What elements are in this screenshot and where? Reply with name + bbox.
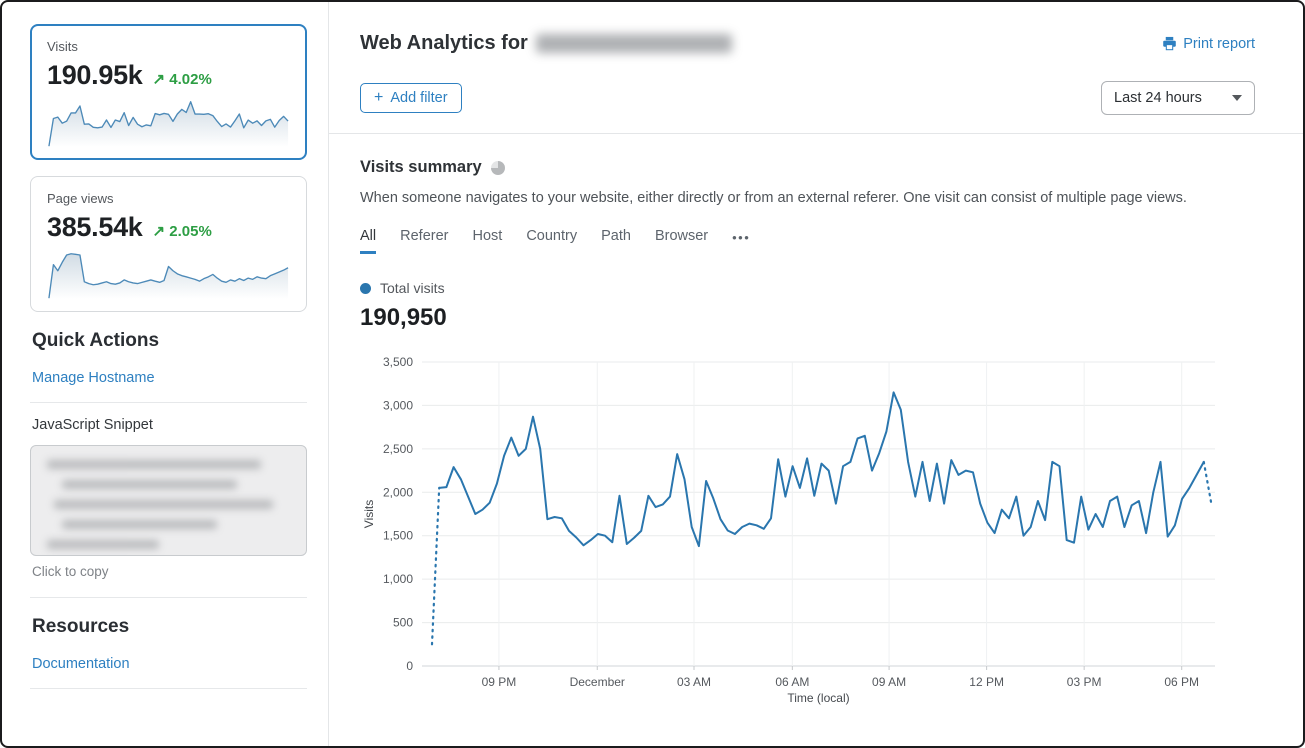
trend-up-icon: ↗ xyxy=(153,71,166,88)
tab-host[interactable]: Host xyxy=(472,228,502,254)
metric-value: 385.54k xyxy=(47,212,143,243)
svg-text:Visits: Visits xyxy=(362,500,376,528)
metric-label: Visits xyxy=(47,39,290,54)
redacted-code-line xyxy=(62,480,237,489)
plus-icon: + xyxy=(374,90,383,106)
svg-text:03 AM: 03 AM xyxy=(677,675,711,689)
redacted-code-line xyxy=(47,460,261,469)
metric-card-pageviews[interactable]: Page views 385.54k ↗ 2.05% xyxy=(30,176,307,312)
tab-referer[interactable]: Referer xyxy=(400,228,448,254)
summary-tabs: All Referer Host Country Path Browser ••… xyxy=(360,228,1255,254)
svg-text:Time (local): Time (local) xyxy=(787,691,849,705)
redacted-code-line xyxy=(47,540,159,549)
manage-hostname-link[interactable]: Manage Hostname xyxy=(32,370,155,386)
svg-text:2,500: 2,500 xyxy=(383,442,413,456)
svg-text:12 PM: 12 PM xyxy=(969,675,1004,689)
svg-text:500: 500 xyxy=(393,616,413,630)
svg-text:09 AM: 09 AM xyxy=(872,675,906,689)
redacted-code-line xyxy=(54,500,273,509)
visits-sparkline xyxy=(47,95,290,151)
time-range-value: Last 24 hours xyxy=(1114,90,1202,106)
pageviews-sparkline xyxy=(47,247,290,303)
svg-text:3,000: 3,000 xyxy=(383,398,413,412)
svg-text:0: 0 xyxy=(406,659,413,673)
tab-path[interactable]: Path xyxy=(601,228,631,254)
sidebar: Visits 190.95k ↗ 4.02% Page views 385.54… xyxy=(2,2,329,746)
svg-text:1,000: 1,000 xyxy=(383,572,413,586)
page-title: Web Analytics for xyxy=(360,32,732,55)
metric-value: 190.95k xyxy=(47,60,143,91)
trend-up-indicator: ↗ 2.05% xyxy=(153,222,212,240)
add-filter-button[interactable]: + Add filter xyxy=(360,83,462,113)
svg-text:06 AM: 06 AM xyxy=(775,675,809,689)
svg-text:1,500: 1,500 xyxy=(383,529,413,543)
print-report-button[interactable]: Print report xyxy=(1162,36,1255,52)
chevron-down-icon xyxy=(1232,95,1242,101)
metric-label: Page views xyxy=(47,191,290,206)
pie-chart-icon xyxy=(491,161,505,175)
svg-text:3,500: 3,500 xyxy=(383,355,413,369)
web-analytics-window: Visits 190.95k ↗ 4.02% Page views 385.54… xyxy=(0,0,1305,748)
chart-legend: Total visits xyxy=(360,280,1255,296)
svg-text:03 PM: 03 PM xyxy=(1067,675,1102,689)
time-range-dropdown[interactable]: Last 24 hours xyxy=(1101,81,1255,115)
divider xyxy=(30,402,307,403)
legend-label: Total visits xyxy=(380,280,445,296)
quick-actions-heading: Quick Actions xyxy=(32,330,307,352)
resources-heading: Resources xyxy=(32,616,307,638)
add-filter-label: Add filter xyxy=(390,90,447,106)
metric-change-value: 4.02% xyxy=(169,71,212,88)
tab-all[interactable]: All xyxy=(360,228,376,254)
page-title-text: Web Analytics for xyxy=(360,32,528,55)
svg-text:09 PM: 09 PM xyxy=(482,675,517,689)
metric-change-value: 2.05% xyxy=(169,223,212,240)
redacted-code-line xyxy=(62,520,218,529)
site-domain-redacted xyxy=(536,34,732,53)
total-visits-value: 190,950 xyxy=(360,304,1255,332)
svg-text:06 PM: 06 PM xyxy=(1164,675,1199,689)
visits-line-chart[interactable]: 0 500 1,000 1,500 2,000 2,500 3,000 3,500 09 PM D… xyxy=(360,352,1225,707)
documentation-link[interactable]: Documentation xyxy=(32,656,130,672)
divider xyxy=(30,597,307,598)
legend-dot-icon xyxy=(360,283,371,294)
metric-card-visits[interactable]: Visits 190.95k ↗ 4.02% xyxy=(30,24,307,160)
printer-icon xyxy=(1162,36,1177,51)
main-panel: Web Analytics for Print report + Add fil… xyxy=(329,2,1303,746)
svg-text:December: December xyxy=(570,675,625,689)
trend-up-indicator: ↗ 4.02% xyxy=(153,70,212,88)
click-to-copy-hint: Click to copy xyxy=(32,564,307,579)
svg-text:2,000: 2,000 xyxy=(383,485,413,499)
tab-browser[interactable]: Browser xyxy=(655,228,708,254)
divider xyxy=(30,688,307,689)
visits-summary-description: When someone navigates to your website, … xyxy=(360,190,1255,206)
js-snippet-label: JavaScript Snippet xyxy=(32,417,307,433)
trend-up-icon: ↗ xyxy=(153,223,166,240)
tab-country[interactable]: Country xyxy=(526,228,577,254)
js-snippet-code-redacted[interactable] xyxy=(30,445,307,556)
print-report-label: Print report xyxy=(1183,36,1255,52)
tabs-more-button[interactable]: ••• xyxy=(732,230,750,252)
visits-summary-title: Visits summary xyxy=(360,158,482,177)
